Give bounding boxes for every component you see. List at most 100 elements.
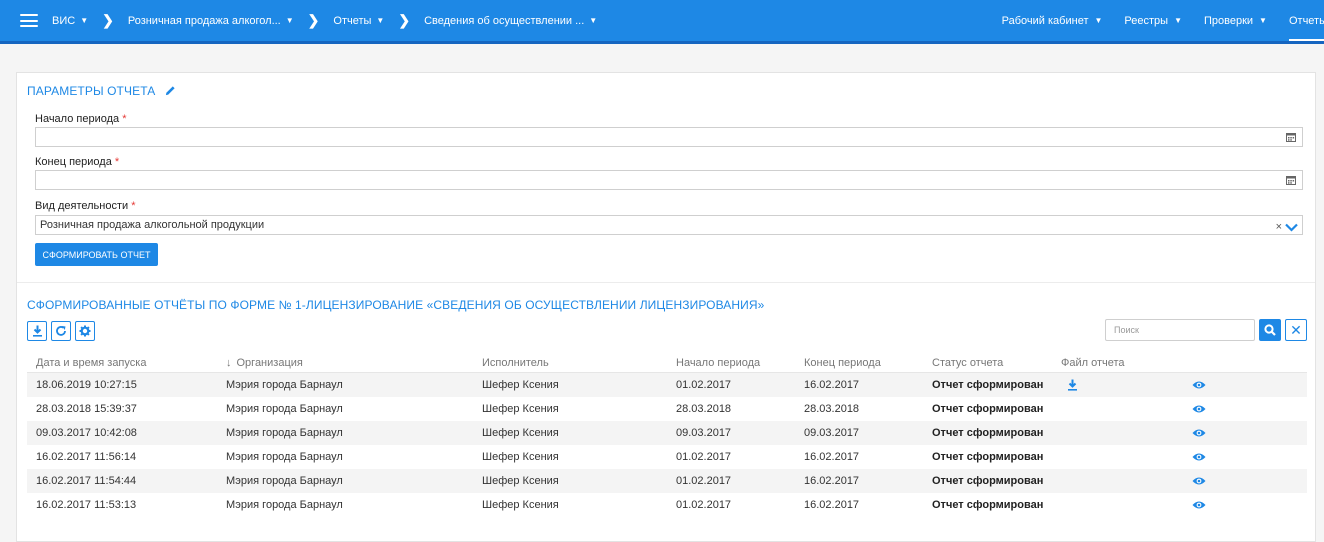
caret-down-icon: ▼ bbox=[80, 16, 89, 25]
cell-organization: Мэрия города Барнаул bbox=[226, 379, 343, 391]
cell-started: 16.02.2017 11:53:13 bbox=[36, 499, 137, 511]
col-end[interactable]: Конец периода bbox=[804, 357, 881, 369]
table-row[interactable]: 09.03.2017 10:42:08 Мэрия города Барнаул Ш… bbox=[27, 421, 1307, 445]
eye-icon[interactable] bbox=[1192, 404, 1206, 414]
clear-search-button[interactable]: ✕ bbox=[1285, 319, 1307, 341]
col-executor[interactable]: Исполнитель bbox=[482, 357, 549, 369]
cell-started: 16.02.2017 11:56:14 bbox=[36, 451, 137, 463]
activity-select[interactable]: Розничная продажа алкогольной продукции … bbox=[35, 215, 1303, 235]
cell-status: Отчет сформирован bbox=[932, 427, 1044, 439]
nav-registries-label: Реестры bbox=[1124, 14, 1169, 27]
clear-icon[interactable]: × bbox=[1276, 218, 1282, 236]
settings-button[interactable] bbox=[75, 321, 95, 341]
nav-registries[interactable]: Реестры ▼ bbox=[1124, 15, 1182, 27]
cell-end: 16.02.2017 bbox=[804, 475, 860, 487]
cell-executor: Шефер Ксения bbox=[482, 451, 559, 463]
activity-label-text: Вид деятельности bbox=[35, 200, 129, 212]
breadcrumb-current[interactable]: Сведения об осуществлении ... ▼ bbox=[424, 15, 597, 27]
table-row[interactable]: 18.06.2019 10:27:15 Мэрия города Барнаул Ш… bbox=[27, 373, 1307, 397]
table-row[interactable]: 16.02.2017 11:56:14 Мэрия города Барнаул Ш… bbox=[27, 445, 1307, 469]
eye-icon[interactable] bbox=[1192, 428, 1206, 438]
nav-reports-label: Отчеты bbox=[1288, 14, 1324, 27]
start-period-label: Начало периода * bbox=[35, 113, 126, 125]
eye-icon[interactable] bbox=[1192, 380, 1206, 390]
cell-organization: Мэрия города Барнаул bbox=[226, 427, 343, 439]
nav-cabinet-label: Рабочий кабинет bbox=[1001, 14, 1089, 27]
params-title: ПАРАМЕТРЫ ОТЧЕТА bbox=[27, 84, 156, 98]
cell-executor: Шефер Ксения bbox=[482, 379, 559, 391]
table-header: Дата и время запуска ↓ Организация Исполн… bbox=[27, 353, 1307, 373]
cell-start: 01.02.2017 bbox=[676, 379, 732, 391]
end-period-input[interactable] bbox=[35, 170, 1303, 190]
cell-organization: Мэрия города Барнаул bbox=[226, 499, 343, 511]
breadcrumb-app[interactable]: ВИС ▼ bbox=[52, 15, 88, 27]
table-row[interactable]: 16.02.2017 11:54:44 Мэрия города Барнаул Ш… bbox=[27, 469, 1307, 493]
nav-inspections-label: Проверки bbox=[1203, 14, 1254, 27]
activity-label: Вид деятельности * bbox=[35, 200, 135, 212]
required-marker: * bbox=[131, 200, 136, 212]
eye-icon[interactable] bbox=[1192, 476, 1206, 486]
cell-start: 01.02.2017 bbox=[676, 451, 732, 463]
breadcrumb-reports-label: Отчеты bbox=[333, 14, 372, 27]
breadcrumb-app-label: ВИС bbox=[52, 14, 76, 27]
breadcrumb-activity-label: Розничная продажа алкогол... bbox=[127, 14, 281, 27]
calendar-icon[interactable] bbox=[1286, 175, 1296, 185]
top-nav-menu: Рабочий кабинет ▼ Реестры ▼ Проверки ▼ Отче… bbox=[980, 0, 1324, 41]
nav-cabinet[interactable]: Рабочий кабинет ▼ bbox=[1002, 15, 1103, 27]
table-row[interactable]: 16.02.2017 11:53:13 Мэрия города Барнаул Ш… bbox=[27, 493, 1307, 517]
cell-end: 16.02.2017 bbox=[804, 451, 860, 463]
cell-started: 16.02.2017 11:54:44 bbox=[36, 475, 137, 487]
end-period-label: Конец периода * bbox=[35, 156, 119, 168]
menu-icon[interactable] bbox=[20, 14, 38, 27]
generate-report-button[interactable]: СФОРМИРОВАТЬ ОТЧЕТ bbox=[35, 243, 158, 266]
eye-icon[interactable] bbox=[1192, 500, 1206, 510]
breadcrumb-activity[interactable]: Розничная продажа алкогол... ▼ bbox=[128, 15, 294, 27]
caret-down-icon: ▼ bbox=[285, 16, 294, 25]
reports-table: Дата и время запуска ↓ Организация Исполн… bbox=[27, 353, 1307, 517]
eye-icon[interactable] bbox=[1192, 452, 1206, 462]
cell-started: 18.06.2019 10:27:15 bbox=[36, 379, 137, 391]
download-button[interactable] bbox=[27, 321, 47, 341]
nav-reports[interactable]: Отчеты bbox=[1288, 0, 1324, 41]
cell-status: Отчет сформирован bbox=[932, 475, 1044, 487]
caret-down-icon: ▼ bbox=[1094, 16, 1103, 25]
select-controls: × bbox=[1276, 218, 1298, 236]
calendar-icon[interactable] bbox=[1286, 132, 1296, 142]
download-icon bbox=[32, 325, 42, 337]
cell-end: 16.02.2017 bbox=[804, 499, 860, 511]
search-input[interactable]: Поиск bbox=[1105, 319, 1255, 341]
required-marker: * bbox=[114, 156, 120, 168]
col-organization-label: Организация bbox=[236, 356, 303, 369]
breadcrumb-separator-icon: ❯ bbox=[102, 12, 114, 28]
caret-down-icon: ▼ bbox=[1259, 16, 1267, 25]
col-file[interactable]: Файл отчета bbox=[1061, 357, 1125, 369]
col-organization[interactable]: ↓ Организация bbox=[226, 357, 303, 369]
chevron-down-icon[interactable] bbox=[1285, 223, 1298, 232]
refresh-button[interactable] bbox=[51, 321, 71, 341]
breadcrumb-separator-icon: ❯ bbox=[398, 12, 411, 28]
section-divider bbox=[17, 282, 1315, 283]
breadcrumb-current-label: Сведения об осуществлении ... bbox=[424, 14, 585, 27]
cell-start: 09.03.2017 bbox=[676, 427, 732, 439]
cell-executor: Шефер Ксения bbox=[482, 475, 559, 487]
pencil-icon[interactable] bbox=[165, 85, 176, 96]
cell-start: 28.03.2018 bbox=[676, 403, 732, 415]
start-period-input[interactable] bbox=[35, 127, 1303, 147]
close-icon: ✕ bbox=[1290, 321, 1302, 338]
cell-end: 16.02.2017 bbox=[804, 379, 860, 391]
breadcrumb-reports[interactable]: Отчеты ▼ bbox=[333, 15, 384, 27]
download-icon[interactable] bbox=[1067, 379, 1078, 391]
cell-start: 01.02.2017 bbox=[676, 499, 732, 511]
search-icon bbox=[1264, 324, 1276, 336]
table-row[interactable]: 28.03.2018 15:39:37 Мэрия города Барнаул Ш… bbox=[27, 397, 1307, 421]
search-button[interactable] bbox=[1259, 319, 1281, 341]
cell-started: 09.03.2017 10:42:08 bbox=[36, 427, 137, 439]
top-navbar: ВИС ▼ ❯ Розничная продажа алкогол... ▼ ❯ О… bbox=[0, 0, 1324, 44]
col-started[interactable]: Дата и время запуска bbox=[36, 357, 146, 369]
nav-inspections[interactable]: Проверки ▼ bbox=[1204, 15, 1267, 27]
cell-end: 09.03.2017 bbox=[804, 427, 860, 439]
col-start[interactable]: Начало периода bbox=[676, 357, 760, 369]
breadcrumb-separator-icon: ❯ bbox=[307, 12, 320, 28]
col-status[interactable]: Статус отчета bbox=[932, 357, 1003, 369]
required-marker: * bbox=[122, 113, 127, 125]
